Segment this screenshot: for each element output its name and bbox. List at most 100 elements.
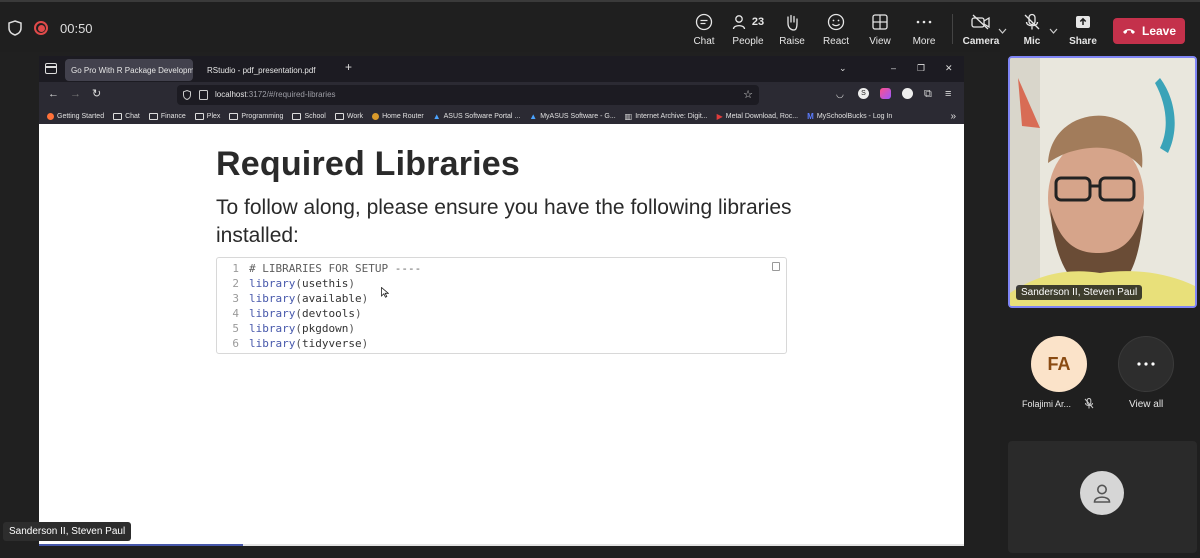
leave-label: Leave: [1141, 24, 1177, 38]
copy-icon[interactable]: [772, 262, 780, 271]
archive-icon: ▥: [624, 111, 633, 121]
person-icon: [1093, 484, 1111, 503]
bookmark-label: Finance: [160, 112, 186, 120]
chat-button[interactable]: Chat: [680, 12, 728, 50]
more-icon: [1137, 362, 1155, 366]
more-label: More: [912, 36, 936, 47]
people-count: 23: [751, 16, 765, 28]
bookmarks-overflow-icon[interactable]: »: [950, 111, 956, 122]
view-button[interactable]: View: [856, 12, 904, 50]
tab-bar: Go Pro With R Package Developmen RStudio…: [39, 56, 964, 82]
slide-title: Required Libraries: [216, 145, 521, 183]
extension-color-icon[interactable]: [880, 88, 891, 99]
bookmark-item[interactable]: Programming: [229, 112, 283, 120]
view-label: View: [869, 36, 891, 47]
react-button[interactable]: React: [812, 12, 860, 50]
tab-list-chevron-icon[interactable]: ⌄: [839, 63, 847, 74]
bookmark-item[interactable]: Plex: [194, 112, 220, 120]
extension-s-icon[interactable]: S: [858, 88, 869, 99]
share-button[interactable]: Share: [1059, 12, 1107, 50]
bookmark-item[interactable]: Getting Started: [47, 112, 105, 120]
bookmark-item[interactable]: Finance: [148, 112, 186, 120]
folder-icon: [292, 112, 302, 120]
tab-go-pro[interactable]: Go Pro With R Package Developmen: [65, 59, 193, 81]
people-label: People: [732, 36, 764, 47]
recording-icon: [34, 21, 48, 35]
meeting-status: 00:50: [8, 20, 93, 36]
bookmark-label: MyASUS Software - G...: [540, 112, 616, 120]
bookmark-label: Chat: [125, 112, 140, 120]
code-line: 2 library(usethis): [217, 276, 786, 291]
bookmark-label: Work: [346, 112, 364, 120]
router-icon: [372, 112, 380, 120]
share-label: Share: [1069, 36, 1097, 47]
folder-icon: [229, 112, 239, 120]
code-function: library: [249, 277, 296, 290]
slide-progress-fill: [39, 544, 243, 546]
code-line: 4 library(devtools): [217, 306, 786, 321]
leave-button[interactable]: Leave: [1113, 18, 1185, 44]
raise-hand-button[interactable]: Raise: [768, 12, 816, 50]
mouse-cursor-icon: [381, 287, 389, 298]
extension-circle-icon[interactable]: [902, 88, 913, 99]
tab-overview-icon[interactable]: [45, 63, 57, 74]
avatar[interactable]: FA: [1031, 336, 1087, 392]
bookmark-item[interactable]: Chat: [113, 112, 140, 120]
code-line: 6 library(tidyverse): [217, 336, 786, 351]
new-tab-icon[interactable]: +: [345, 60, 352, 74]
code-line: 1 # LIBRARIES FOR SETUP ----: [217, 261, 786, 276]
participant-name-tag: Sanderson II, Steven Paul: [1016, 285, 1143, 300]
line-number: 4: [232, 307, 239, 320]
view-all-label: View all: [1129, 399, 1164, 410]
browser-window: Go Pro With R Package Developmen RStudio…: [39, 56, 964, 546]
chat-label: Chat: [693, 36, 715, 47]
bookmark-item[interactable]: Home Router: [372, 112, 424, 120]
code-library: usethis: [301, 277, 349, 290]
view-all-button[interactable]: [1118, 336, 1174, 392]
extensions-puzzle-icon[interactable]: ⧉: [924, 88, 932, 100]
reload-icon[interactable]: ↻: [92, 88, 101, 100]
minimize-icon[interactable]: –: [891, 63, 896, 73]
shield-icon: [8, 20, 22, 36]
people-button[interactable]: 23 People: [724, 12, 772, 50]
back-icon[interactable]: ←: [48, 88, 59, 100]
code-library: available: [301, 292, 362, 305]
code-function: library: [249, 307, 296, 320]
forward-icon[interactable]: →: [70, 88, 81, 100]
mic-label: Mic: [1023, 36, 1041, 47]
address-bar[interactable]: localhost:3172/#/required-libraries ☆: [177, 85, 759, 105]
mic-options-chevron-icon[interactable]: [1049, 28, 1058, 34]
pocket-icon[interactable]: ◡: [836, 88, 844, 100]
url-path: :3172/#/required-libraries: [246, 90, 336, 99]
code-line: 5 library(pkgdown): [217, 321, 786, 336]
bookmark-star-icon[interactable]: ☆: [743, 88, 753, 101]
code-function: library: [249, 322, 296, 335]
react-label: React: [822, 36, 850, 47]
bookmark-item[interactable]: ▲ MyASUS Software - G...: [529, 112, 615, 121]
asus-icon: ▲: [529, 111, 538, 121]
phone-hangup-icon: [1122, 29, 1135, 34]
bookmark-item[interactable]: School: [292, 112, 326, 120]
bookmark-item[interactable]: Work: [334, 112, 364, 120]
participant-video[interactable]: Sanderson II, Steven Paul: [1008, 56, 1197, 308]
tab-rstudio[interactable]: RStudio - pdf_presentation.pdf: [201, 59, 339, 81]
bookmark-item[interactable]: ▶ Metal Download, Roc...: [717, 112, 799, 121]
camera-options-chevron-icon[interactable]: [998, 28, 1007, 34]
camera-label: Camera: [962, 36, 1000, 47]
more-button[interactable]: More: [900, 12, 948, 50]
bookmark-label: Internet Archive: Digit...: [635, 112, 708, 120]
bookmark-item[interactable]: ▥ Internet Archive: Digit...: [625, 112, 708, 121]
code-function: library: [249, 292, 296, 305]
line-number: 6: [232, 337, 239, 350]
bookmark-item[interactable]: M MySchoolBucks - Log In: [807, 112, 892, 121]
menu-icon[interactable]: ≡: [945, 88, 951, 100]
more-icon: [916, 20, 932, 24]
bookmark-item[interactable]: ▲ ASUS Software Portal ...: [433, 112, 521, 121]
nav-bar: ← → ↻ localhost:3172/#/required-librarie…: [39, 82, 964, 108]
close-icon[interactable]: ✕: [945, 63, 953, 74]
self-view-tile[interactable]: [1008, 441, 1197, 553]
toolbar-divider: [952, 14, 953, 44]
bookmark-label: Getting Started: [57, 112, 105, 120]
myschoolbucks-icon: M: [807, 111, 814, 121]
restore-icon[interactable]: ❐: [917, 63, 925, 74]
